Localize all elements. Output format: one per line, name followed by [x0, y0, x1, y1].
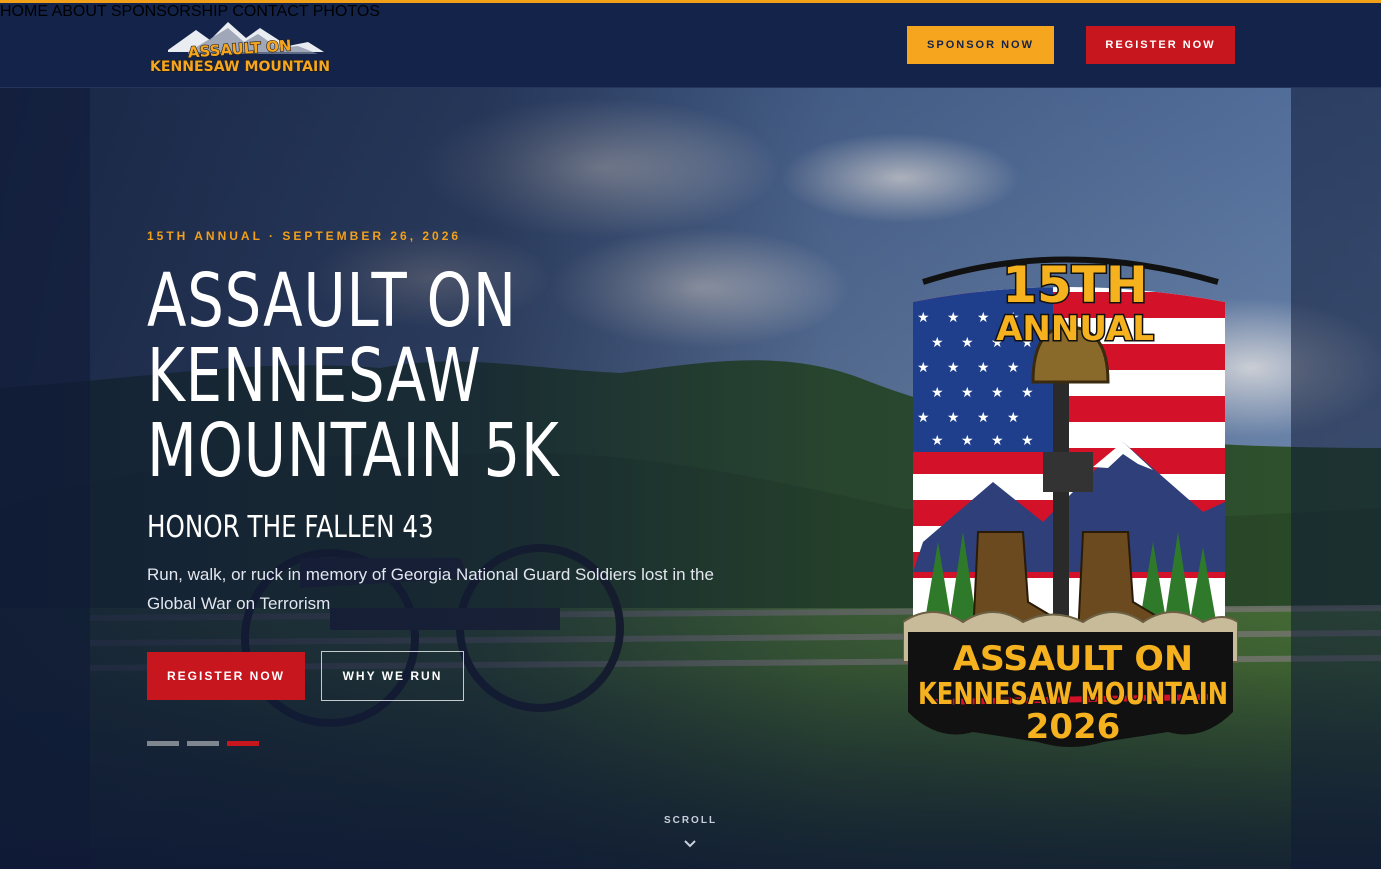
badge-bottom-line3: 2026 — [1026, 707, 1121, 747]
hero-description: Run, walk, or ruck in memory of Georgia … — [147, 565, 714, 613]
svg-text:★: ★ — [961, 385, 974, 401]
svg-text:★: ★ — [961, 433, 974, 449]
svg-text:★: ★ — [977, 410, 990, 426]
svg-text:★: ★ — [977, 360, 990, 376]
page: ASSAULT ON KENNESAW MOUNTAIN HOME ABOUT … — [0, 0, 1381, 869]
register-now-header-button[interactable]: REGISTER NOW — [1086, 26, 1235, 64]
badge-top-line2: ANNUAL — [996, 309, 1154, 349]
hero-section: 15TH ANNUAL · SEPTEMBER 26, 2026 ASSAULT… — [0, 88, 1381, 869]
svg-text:★: ★ — [931, 385, 944, 401]
nav-contact[interactable]: CONTACT — [232, 3, 308, 20]
svg-text:★: ★ — [961, 335, 974, 351]
svg-text:★: ★ — [977, 310, 990, 326]
slide-dot-1[interactable] — [147, 741, 179, 746]
badge-top-line1: 15TH — [1002, 256, 1148, 314]
hero-eyebrow: 15TH ANNUAL · SEPTEMBER 26, 2026 — [147, 229, 462, 243]
svg-text:★: ★ — [931, 433, 944, 449]
site-header: ASSAULT ON KENNESAW MOUNTAIN HOME ABOUT … — [0, 3, 1381, 88]
svg-text:★: ★ — [917, 310, 930, 326]
svg-text:★: ★ — [991, 385, 1004, 401]
event-badge-image: ★ ★ ★ ★ ★ ★ ★ ★ ★ ★ ★ ★ ★ ★ ★ ★ ★ ★ ★ ★ ★ ★ ★ ★ — [903, 255, 1238, 749]
svg-text:★: ★ — [1007, 410, 1020, 426]
svg-text:★: ★ — [947, 310, 960, 326]
slide-indicators — [147, 741, 259, 746]
svg-text:★: ★ — [991, 433, 1004, 449]
svg-text:★: ★ — [917, 410, 930, 426]
svg-text:★: ★ — [1007, 360, 1020, 376]
register-now-button[interactable]: REGISTER NOW — [147, 652, 305, 700]
slide-dot-3-active[interactable] — [227, 741, 259, 746]
svg-text:★: ★ — [931, 335, 944, 351]
svg-text:★: ★ — [1021, 385, 1034, 401]
nav-sponsorship[interactable]: SPONSORSHIP — [111, 3, 228, 20]
scroll-label: SCROLL — [663, 815, 718, 826]
site-logo[interactable]: ASSAULT ON KENNESAW MOUNTAIN — [148, 20, 332, 76]
svg-text:★: ★ — [917, 360, 930, 376]
sponsor-now-button[interactable]: SPONSOR NOW — [907, 26, 1054, 64]
nav-home[interactable]: HOME — [0, 3, 48, 20]
nav-about[interactable]: ABOUT — [52, 3, 107, 20]
svg-text:★: ★ — [1021, 433, 1034, 449]
hero-subtitle: HONOR THE FALLEN 43 — [147, 510, 434, 545]
slide-dot-2[interactable] — [187, 741, 219, 746]
hero-title: ASSAULT ON KENNESAW MOUNTAIN 5K — [147, 258, 560, 494]
chevron-down-icon[interactable] — [683, 839, 697, 849]
why-we-run-button[interactable]: WHY WE RUN — [321, 651, 464, 701]
logo-text-line2: KENNESAW MOUNTAIN — [150, 59, 330, 75]
svg-text:★: ★ — [947, 360, 960, 376]
nav-photos[interactable]: PHOTOS — [313, 3, 380, 20]
badge-bottom-line1: ASSAULT ON — [953, 639, 1193, 679]
svg-text:★: ★ — [947, 410, 960, 426]
